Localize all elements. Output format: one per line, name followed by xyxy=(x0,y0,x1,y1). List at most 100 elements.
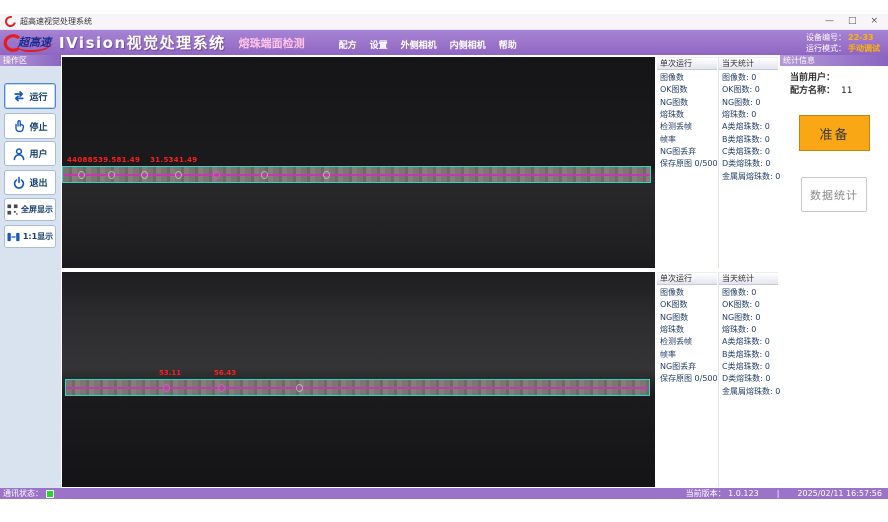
stat-row: B类熔珠数: 0 xyxy=(719,134,778,146)
stat-row: B类熔珠数: 0 xyxy=(719,349,778,361)
detected-strip-roi xyxy=(62,166,651,183)
stat-row: 熔珠数 xyxy=(657,324,717,336)
menu-item-help[interactable]: 帮助 xyxy=(499,38,517,51)
exit-button[interactable]: 退出 xyxy=(4,170,56,195)
close-button[interactable]: × xyxy=(870,17,878,26)
page-subtitle: 熔珠端面检测 xyxy=(239,35,305,51)
hand-stop-icon xyxy=(12,119,26,133)
version-value: 1.0.123 xyxy=(728,489,759,498)
stat-row: 图像数 xyxy=(657,287,717,299)
stat-row: 图像数: 0 xyxy=(719,72,778,84)
user-button[interactable]: 用户 xyxy=(4,141,56,166)
stat-row: OK图数 xyxy=(657,84,717,96)
sidebar-title: 操作区 xyxy=(0,55,61,66)
stat-row: 图像数: 0 xyxy=(719,287,778,299)
camera-view-outer: 44088539.581.49 31.5341.49 xyxy=(62,57,655,268)
fullscreen-button-label: 全屏显示 xyxy=(21,204,53,215)
main-menu: 配方 设置 外侧相机 内侧相机 帮助 xyxy=(339,38,517,55)
device-info: 设备编号：22-33 运行模式：手动调试 xyxy=(806,32,888,54)
run-button-label: 运行 xyxy=(29,90,47,103)
daily-stats-header: 当天统计 xyxy=(719,57,778,70)
stat-row: 检测丢帧 xyxy=(657,336,717,348)
stat-row: C类熔珠数: 0 xyxy=(719,146,778,158)
stat-row: 检测丢帧 xyxy=(657,121,717,133)
minimize-button[interactable]: — xyxy=(825,17,834,26)
stop-button[interactable]: 停止 xyxy=(4,113,56,139)
user-icon xyxy=(12,147,26,161)
version-label: 当前版本： xyxy=(686,489,726,498)
single-run-column: 单次运行 图像数 OK图数 NG图数 熔珠数 检测丢帧 帧率 NG图丢弃 保存原… xyxy=(657,57,717,268)
recipe-name-label: 配方名称： xyxy=(790,86,835,96)
current-user-row: 当前用户： xyxy=(790,70,835,83)
user-button-label: 用户 xyxy=(29,147,47,160)
stat-row: NG图丢弃 xyxy=(657,361,717,373)
run-mode-label: 运行模式： xyxy=(806,44,846,53)
measurement-text: 31.5341.49 xyxy=(150,156,197,164)
menu-item-outer-camera[interactable]: 外侧相机 xyxy=(401,38,437,51)
operation-sidebar: 操作区 运行 停止 用户 xyxy=(0,55,61,488)
menu-item-inner-camera[interactable]: 内侧相机 xyxy=(450,38,486,51)
app-logo-icon xyxy=(3,14,18,29)
stat-row: NG图数: 0 xyxy=(719,97,778,109)
stat-row: D类熔珠数: 0 xyxy=(719,158,778,170)
info-panel-title: 统计信息 xyxy=(780,55,888,66)
recipe-name-value: 11 xyxy=(841,86,852,96)
measurement-text: 56.43 xyxy=(214,369,236,377)
center-line-overlay xyxy=(66,387,649,389)
status-bar: 通讯状态： 当前版本： 1.0.123 | 2025/02/11 16:57:5… xyxy=(0,488,888,499)
comm-status-label: 通讯状态： xyxy=(3,488,43,499)
brand-logo: 超高速 xyxy=(2,33,53,53)
power-icon xyxy=(12,176,26,190)
stat-row: A类熔珠数: 0 xyxy=(719,121,778,133)
stat-row: 金属屑熔珠数: 0 xyxy=(719,386,778,398)
page-title: IVision视觉处理系统 xyxy=(59,32,226,53)
stat-row: NG图数: 0 xyxy=(719,312,778,324)
stat-row: 保存原图 0/500 xyxy=(657,158,717,170)
one-to-one-button[interactable]: 1:1显示 xyxy=(4,225,56,248)
menu-item-recipe[interactable]: 配方 xyxy=(339,38,357,51)
comm-status-indicator xyxy=(46,490,54,498)
statistics-info-panel: 统计信息 当前用户： 配方名称： 11 准备 数据统计 xyxy=(780,55,888,488)
app-header: 超高速 IVision视觉处理系统 熔珠端面检测 配方 设置 外侧相机 内侧相机… xyxy=(0,30,888,55)
stat-row: 帧率 xyxy=(657,349,717,361)
fullscreen-qr-icon xyxy=(7,204,18,215)
daily-stats-column: 当天统计 图像数: 0 OK图数: 0 NG图数: 0 熔珠数: 0 A类熔珠数… xyxy=(718,57,778,268)
current-user-label: 当前用户： xyxy=(790,73,835,83)
brand-logo-text: 超高速 xyxy=(18,34,53,52)
prepare-button[interactable]: 准备 xyxy=(799,115,870,151)
one-to-one-icon xyxy=(7,231,20,243)
daily-stats-column: 当天统计 图像数: 0 OK图数: 0 NG图数: 0 熔珠数: 0 A类熔珠数… xyxy=(718,272,778,487)
run-mode-value: 手动调试 xyxy=(848,44,880,53)
stat-row: NG图丢弃 xyxy=(657,146,717,158)
stat-row: OK图数 xyxy=(657,299,717,311)
stat-row: A类熔珠数: 0 xyxy=(719,336,778,348)
stat-row: 图像数 xyxy=(657,72,717,84)
stat-row: NG图数 xyxy=(657,97,717,109)
single-run-header: 单次运行 xyxy=(657,272,717,285)
data-statistics-button[interactable]: 数据统计 xyxy=(801,177,867,212)
stat-row: D类熔珠数: 0 xyxy=(719,373,778,385)
stat-row: OK图数: 0 xyxy=(719,299,778,311)
center-line-overlay xyxy=(63,174,650,176)
stat-row: 熔珠数: 0 xyxy=(719,109,778,121)
camera-view-inner: 53.11 56.43 xyxy=(62,272,655,487)
exit-button-label: 退出 xyxy=(29,176,47,189)
device-id-value: 22-33 xyxy=(848,33,874,42)
window-titlebar: 超高速视觉处理系统 — □ × xyxy=(0,14,888,30)
camera1-measurements: 44088539.581.49 31.5341.49 xyxy=(67,156,197,164)
recipe-name-row: 配方名称： 11 xyxy=(790,83,852,96)
maximize-button[interactable]: □ xyxy=(848,17,857,26)
stats-panel-outer: 单次运行 图像数 OK图数 NG图数 熔珠数 检测丢帧 帧率 NG图丢弃 保存原… xyxy=(657,57,778,268)
datetime-value: 2025/02/11 16:57:56 xyxy=(797,489,882,498)
run-button[interactable]: 运行 xyxy=(4,83,56,109)
menu-item-settings[interactable]: 设置 xyxy=(370,38,388,51)
detected-strip-roi xyxy=(65,379,650,396)
fullscreen-button[interactable]: 全屏显示 xyxy=(4,198,56,221)
stat-row: 熔珠数 xyxy=(657,109,717,121)
single-run-header: 单次运行 xyxy=(657,57,717,70)
window-title: 超高速视觉处理系统 xyxy=(20,16,92,27)
stat-row: NG图数 xyxy=(657,312,717,324)
stat-row: OK图数: 0 xyxy=(719,84,778,96)
stat-row: 保存原图 0/500 xyxy=(657,373,717,385)
stat-row: 金属屑熔珠数: 0 xyxy=(719,171,778,183)
